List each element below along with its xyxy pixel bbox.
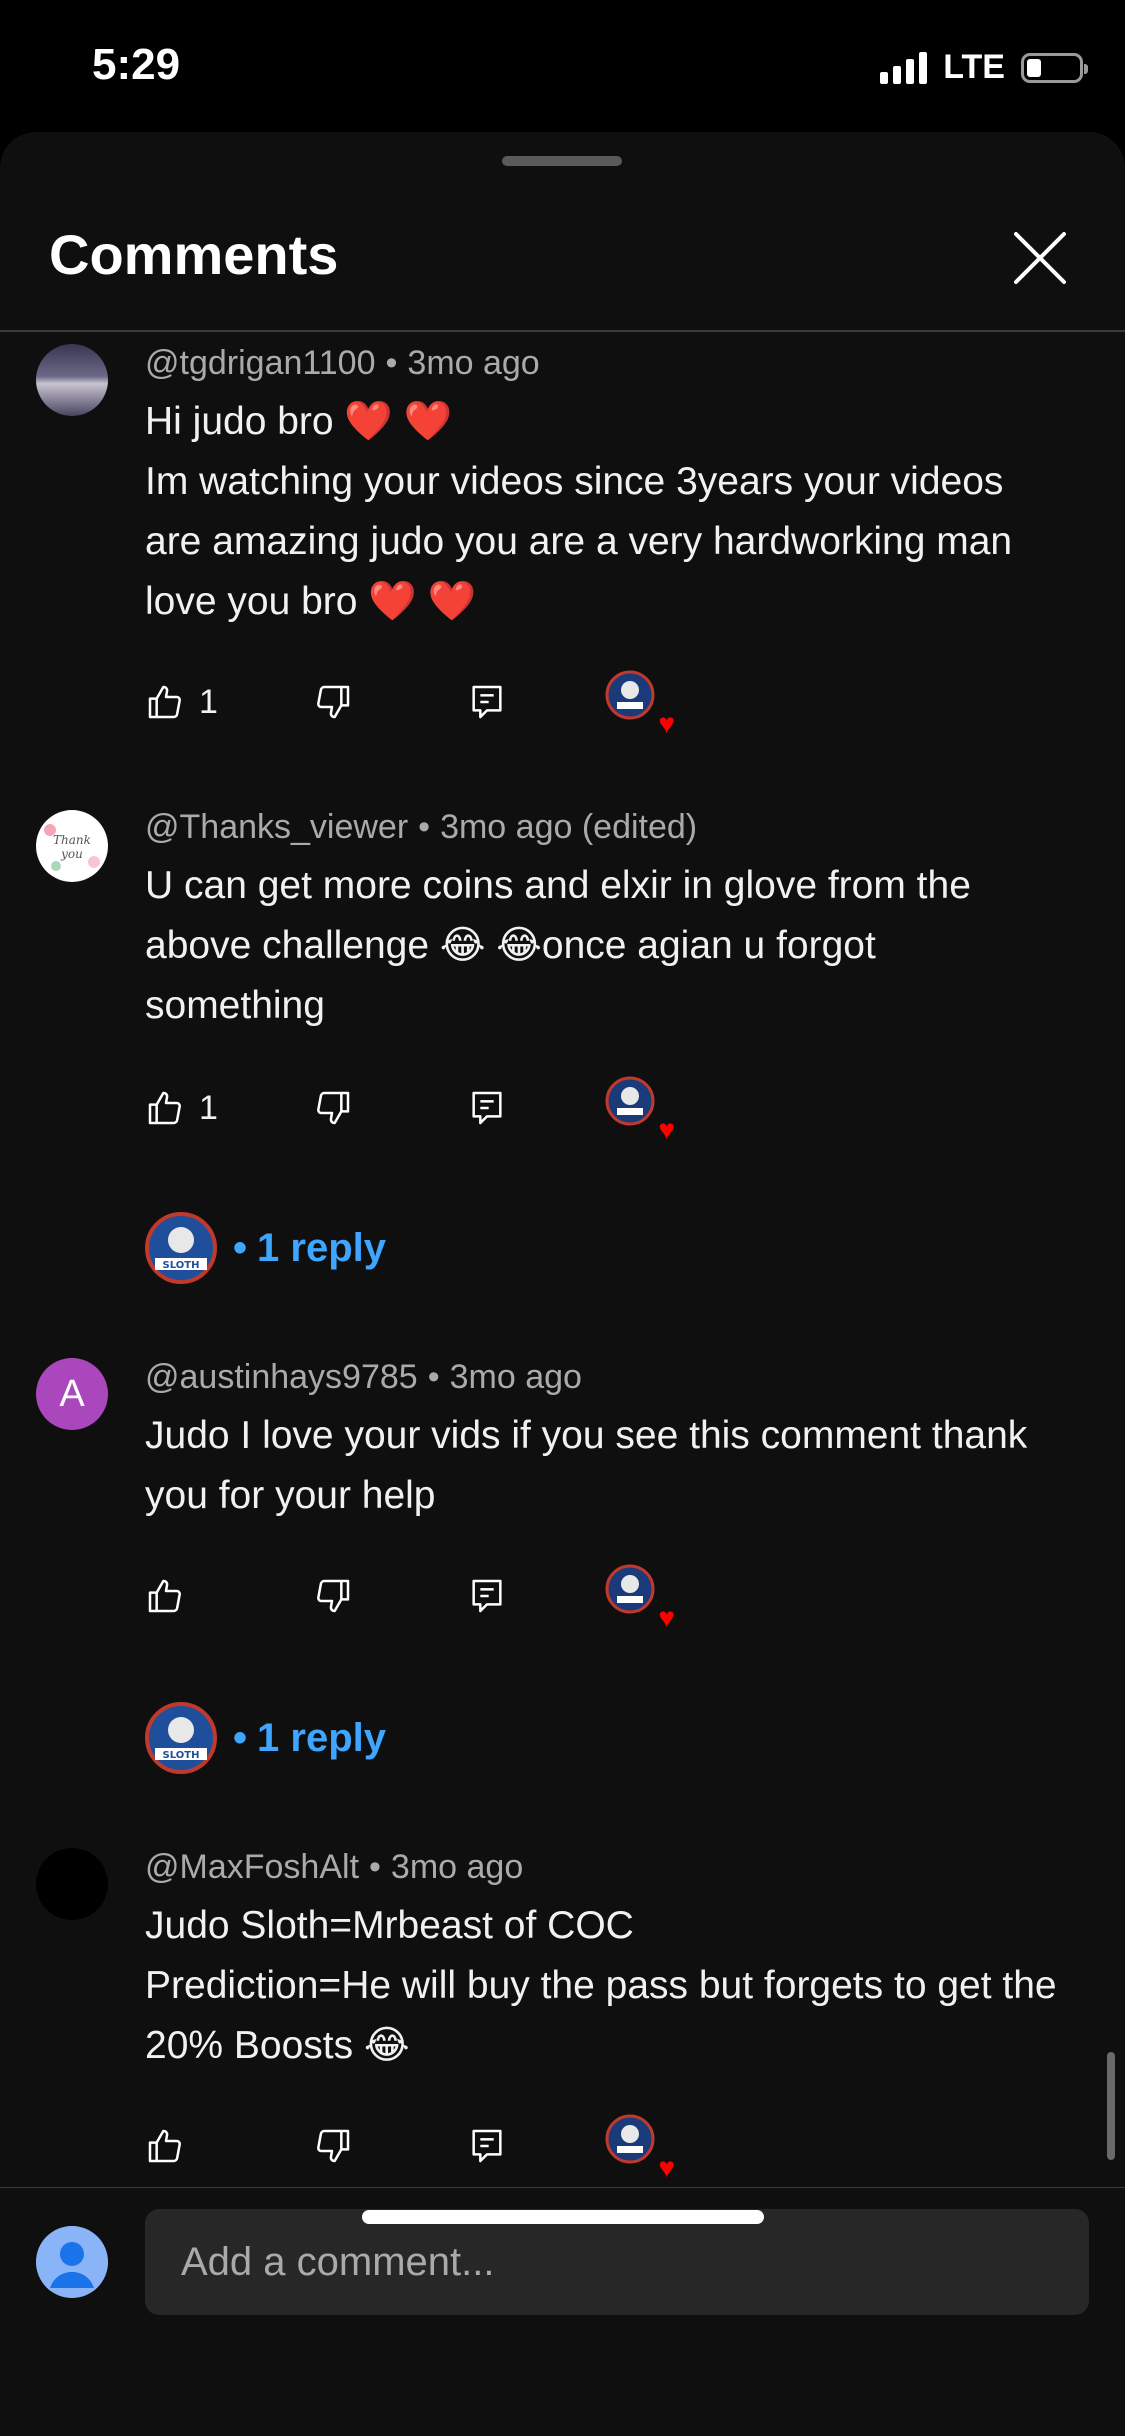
comment-meta: @MaxFoshAlt • 3mo ago bbox=[145, 1848, 523, 1887]
comment-meta: @austinhays9785 • 3mo ago bbox=[145, 1358, 582, 1397]
status-bar: 5:29 LTE bbox=[0, 0, 1125, 130]
comment-body: Judo I love your vids if you see this co… bbox=[145, 1406, 1065, 1526]
comment-author[interactable]: @austinhays9785 bbox=[145, 1358, 418, 1396]
comment-line: Judo I love your vids if you see this co… bbox=[145, 1414, 1028, 1517]
reply-prefix: • bbox=[233, 1225, 248, 1270]
heart-icon: ♥ bbox=[658, 2152, 675, 2183]
comment-age: 3mo ago bbox=[407, 344, 540, 382]
signal-icon bbox=[880, 51, 928, 84]
creator-avatar-icon: SLOTH bbox=[145, 1702, 217, 1774]
comment-meta: @Thanks_viewer • 3mo ago (edited) bbox=[145, 808, 697, 847]
comment-author[interactable]: @Thanks_viewer bbox=[145, 808, 408, 846]
comment-author[interactable]: @tgdrigan1100 bbox=[145, 344, 376, 382]
close-icon[interactable] bbox=[1010, 228, 1070, 288]
sheet-title: Comments bbox=[49, 223, 339, 286]
status-time: 5:29 bbox=[92, 40, 181, 89]
user-avatar-icon bbox=[36, 2226, 108, 2298]
add-comment-bar bbox=[0, 2188, 1125, 2436]
heart-icon: ♥ bbox=[658, 1602, 675, 1633]
reply-button[interactable] bbox=[467, 672, 507, 732]
meta-separator: • bbox=[385, 344, 398, 382]
status-indicators: LTE bbox=[880, 48, 1088, 87]
home-indicator[interactable] bbox=[362, 2210, 764, 2224]
thumbs-up-icon bbox=[148, 685, 181, 719]
like-button[interactable]: 1 bbox=[145, 1078, 218, 1138]
comment-line: Hi judo bro ❤️ ❤️ bbox=[145, 400, 453, 443]
svg-text:you: you bbox=[60, 847, 83, 861]
svg-text:Thank: Thank bbox=[53, 833, 91, 847]
reply-button[interactable] bbox=[467, 1566, 507, 1626]
creator-heart-icon: ♥ bbox=[605, 2114, 675, 2182]
drag-handle[interactable] bbox=[502, 156, 622, 166]
thumbs-down-icon bbox=[317, 1579, 350, 1613]
letter-avatar[interactable]: A bbox=[36, 1358, 108, 1430]
comment-actions: 1 ♥ bbox=[145, 1076, 745, 1144]
creator-heart-icon: ♥ bbox=[605, 1076, 675, 1144]
comment-body: Hi judo bro ❤️ ❤️ Im watching your video… bbox=[145, 392, 1065, 632]
meta-separator: • bbox=[418, 808, 431, 846]
creator-avatar-icon: SLOTH bbox=[145, 1212, 217, 1284]
landscape-avatar-icon[interactable] bbox=[36, 344, 108, 416]
thumbs-down-icon bbox=[317, 2129, 350, 2163]
view-replies-button[interactable]: SLOTH • 1 reply bbox=[145, 1208, 386, 1288]
battery-icon bbox=[1021, 52, 1088, 83]
meta-separator: • bbox=[369, 1848, 381, 1886]
dislike-button[interactable] bbox=[313, 1566, 353, 1626]
thumbs-up-icon bbox=[148, 2129, 181, 2163]
reply-button[interactable] bbox=[467, 2116, 507, 2176]
comment-body: Judo Sloth=Mrbeast of COC Prediction=He … bbox=[145, 1896, 1065, 2076]
reply-count: 1 reply bbox=[257, 1715, 386, 1760]
meta-separator: • bbox=[427, 1358, 440, 1396]
like-count: 1 bbox=[199, 682, 218, 721]
creator-badge-text: SLOTH bbox=[163, 1260, 200, 1271]
heart-icon: ♥ bbox=[658, 1114, 675, 1145]
comment-line: Prediction=He will buy the pass but forg… bbox=[145, 1964, 1057, 2067]
reply-count: 1 reply bbox=[257, 1225, 386, 1270]
dislike-button[interactable] bbox=[313, 2116, 353, 2176]
view-replies-button[interactable]: SLOTH • 1 reply bbox=[145, 1698, 386, 1778]
thumbs-down-icon bbox=[317, 685, 350, 719]
reply-prefix: • bbox=[233, 1715, 248, 1760]
comment-author[interactable]: @MaxFoshAlt bbox=[145, 1848, 359, 1886]
comment-line: Im watching your videos since 3years you… bbox=[145, 460, 1013, 623]
scrollbar[interactable] bbox=[1107, 2052, 1115, 2160]
creator-heart-icon: ♥ bbox=[605, 1564, 675, 1632]
reply-button[interactable] bbox=[467, 1078, 507, 1138]
comment-age: 3mo ago bbox=[449, 1358, 582, 1396]
like-button[interactable]: 1 bbox=[145, 672, 218, 732]
avatar-letter: A bbox=[59, 1372, 85, 1415]
like-button[interactable] bbox=[145, 1566, 185, 1626]
comment-actions: ♥ bbox=[145, 1564, 745, 1632]
comment-actions: ♥ bbox=[145, 2114, 745, 2182]
thumbs-up-icon bbox=[148, 1091, 181, 1125]
comment-actions: 1 ♥ bbox=[145, 670, 745, 738]
thumbs-down-icon bbox=[317, 1091, 350, 1125]
reply-icon bbox=[472, 685, 502, 719]
reply-icon bbox=[472, 2129, 502, 2163]
add-comment-input[interactable] bbox=[145, 2209, 1089, 2315]
dislike-button[interactable] bbox=[313, 1078, 353, 1138]
header-divider bbox=[0, 330, 1125, 332]
reply-icon bbox=[472, 1579, 502, 1613]
like-count: 1 bbox=[199, 1088, 218, 1127]
creator-badge-text: SLOTH bbox=[163, 1750, 200, 1761]
comment-age: 3mo ago bbox=[390, 1848, 524, 1886]
comment-age: 3mo ago (edited) bbox=[440, 808, 698, 846]
network-type: LTE bbox=[943, 48, 1005, 86]
thumbs-up-icon bbox=[148, 1579, 181, 1613]
reply-icon bbox=[472, 1091, 502, 1125]
comment-meta: @tgdrigan1100 • 3mo ago bbox=[145, 344, 540, 383]
comment-body: U can get more coins and elxir in glove … bbox=[145, 856, 1065, 1036]
creator-heart-icon: ♥ bbox=[605, 670, 675, 738]
heart-icon: ♥ bbox=[658, 708, 675, 739]
thank-you-avatar-icon[interactable]: Thank you bbox=[36, 810, 108, 882]
black-avatar-icon[interactable] bbox=[36, 1848, 108, 1920]
comment-line: Judo Sloth=Mrbeast of COC bbox=[145, 1904, 634, 1947]
comment-line: U can get more coins and elxir in glove … bbox=[145, 864, 971, 1027]
dislike-button[interactable] bbox=[313, 672, 353, 732]
like-button[interactable] bbox=[145, 2116, 185, 2176]
